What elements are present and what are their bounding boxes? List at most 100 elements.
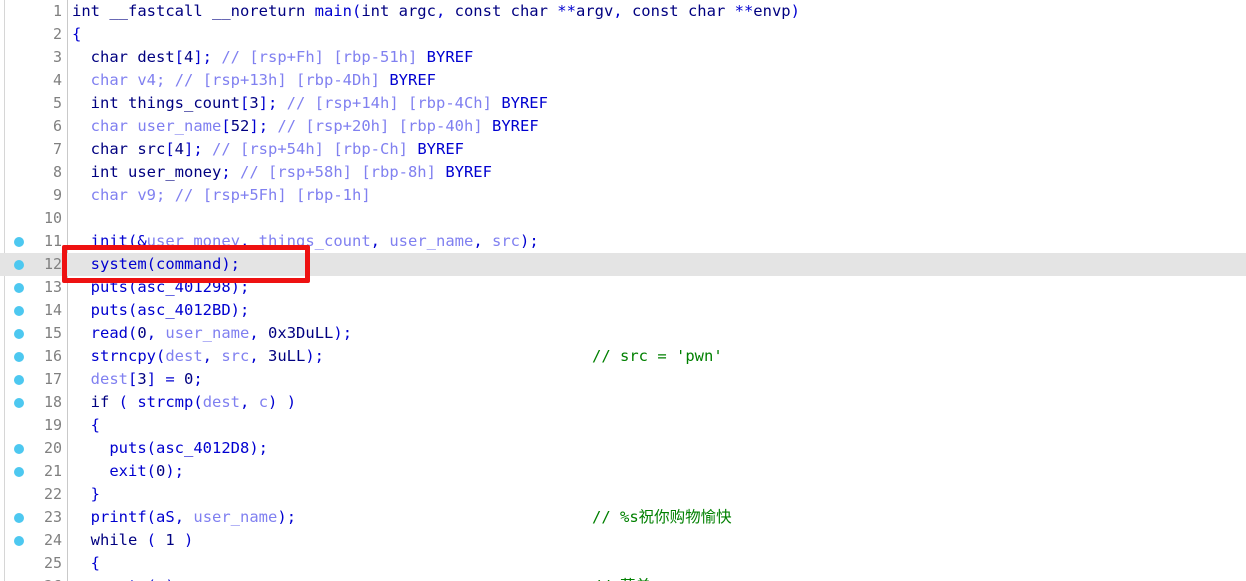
code-token-var: src	[492, 232, 520, 250]
code-token-kw: while	[72, 531, 147, 549]
code-token-stk: //	[240, 163, 268, 181]
line-number: 15	[43, 324, 62, 342]
code-token-fn: BYREF	[389, 71, 436, 89]
line-code[interactable]: int __fastcall __noreturn main(int argc,…	[72, 0, 800, 23]
code-token-fn: main	[314, 2, 352, 20]
code-line[interactable]: 22 }	[0, 483, 1246, 506]
code-token-fn: (	[147, 577, 156, 581]
line-code[interactable]: {	[72, 414, 100, 437]
line-code[interactable]: system(command);	[72, 253, 240, 276]
code-token-num: 3uLL	[268, 347, 306, 365]
pseudocode-view[interactable]: 1 int __fastcall __noreturn main(int argc…	[0, 0, 1246, 581]
code-token-fn: );	[165, 577, 184, 581]
line-code[interactable]: printf(aS, user_name);	[72, 506, 296, 529]
line-code[interactable]: {	[72, 552, 100, 575]
code-token-fn: );	[230, 278, 250, 296]
code-token-fn: (	[156, 347, 166, 365]
code-line[interactable]: 3 char dest[4]; // [rsp+Fh] [rbp-51h] BY…	[0, 46, 1246, 69]
line-code[interactable]: if ( strcmp(dest, c) )	[72, 391, 296, 414]
line-code[interactable]: int things_count[3]; // [rsp+14h] [rbp-4…	[72, 92, 548, 115]
line-code[interactable]: exit(0);	[72, 460, 184, 483]
line-code[interactable]: read(0, user_name, 0x3DuLL);	[72, 322, 352, 345]
code-token-fn: (	[146, 508, 157, 526]
code-line[interactable]: 25 {	[0, 552, 1246, 575]
line-code[interactable]: char user_name[52]; // [rsp+20h] [rbp-40…	[72, 115, 539, 138]
code-token-stk: [rsp+13h] [rbp-4Dh]	[202, 71, 390, 89]
code-line[interactable]: 11 init(&user_money, things_count, user_…	[0, 230, 1246, 253]
code-token-stk: [rsp+54h] [rbp-Ch]	[240, 140, 418, 158]
code-token-fn: BYREF	[492, 117, 539, 135]
code-token-fn: );	[165, 462, 185, 480]
code-line[interactable]: 26 puts(a); // 菜单	[0, 575, 1246, 581]
line-number: 17	[43, 370, 62, 388]
code-token-fn: puts	[109, 577, 146, 581]
code-line[interactable]: 5 int things_count[3]; // [rsp+14h] [rbp…	[0, 92, 1246, 115]
code-token-stk: [rsp+20h] [rbp-40h]	[305, 117, 492, 135]
code-token-fn: puts	[109, 439, 147, 457]
code-line[interactable]: 24 while ( 1 )	[0, 529, 1246, 552]
code-token-fn: ,	[249, 324, 269, 342]
line-code[interactable]: puts(asc_4012BD);	[72, 299, 250, 322]
code-token-num: 52	[230, 117, 250, 135]
line-number: 3	[52, 48, 62, 66]
line-code[interactable]: strncpy(dest, src, 3uLL);	[72, 345, 324, 368]
line-code[interactable]: char v9; // [rsp+5Fh] [rbp-1h]	[72, 184, 371, 207]
line-code[interactable]: char dest[4]; // [rsp+Fh] [rbp-51h] BYRE…	[72, 46, 474, 69]
code-line[interactable]: 21 exit(0);	[0, 460, 1246, 483]
code-line[interactable]: 9 char v9; // [rsp+5Fh] [rbp-1h]	[0, 184, 1246, 207]
code-token-var: v4	[137, 71, 157, 89]
code-token-fn: ,	[473, 232, 492, 250]
code-token-fn: (	[128, 324, 138, 342]
code-line[interactable]: 18 if ( strcmp(dest, c) )	[0, 391, 1246, 414]
line-code[interactable]: dest[3] = 0;	[72, 368, 203, 391]
line-code[interactable]: int user_money; // [rsp+58h] [rbp-8h] BY…	[72, 161, 492, 184]
code-line[interactable]: 23 printf(aS, user_name); // %s祝你购物愉快	[0, 506, 1246, 529]
code-token-fn: [	[165, 140, 175, 158]
code-token-fn: (&	[128, 232, 147, 250]
code-line[interactable]: 19 {	[0, 414, 1246, 437]
code-line[interactable]: 17 dest[3] = 0;	[0, 368, 1246, 391]
code-line[interactable]: 4 char v4; // [rsp+13h] [rbp-4Dh] BYREF	[0, 69, 1246, 92]
line-code[interactable]: char src[4]; // [rsp+54h] [rbp-Ch] BYREF	[72, 138, 464, 161]
code-line[interactable]: 6 char user_name[52]; // [rsp+20h] [rbp-…	[0, 115, 1246, 138]
line-code[interactable]: puts(asc_4012D8);	[72, 437, 268, 460]
line-number: 6	[52, 117, 62, 135]
code-line[interactable]: 13 puts(asc_401298);	[0, 276, 1246, 299]
code-token-fn: ] =	[146, 370, 185, 388]
line-number: 9	[52, 186, 62, 204]
code-line[interactable]: 12 system(command);	[0, 253, 1246, 276]
code-token-fn: asc_4012BD	[137, 301, 231, 319]
code-token-fn: ,	[240, 232, 259, 250]
code-token-var: v9	[137, 186, 157, 204]
code-token-num: 1	[165, 531, 175, 549]
code-line[interactable]: 8 int user_money; // [rsp+58h] [rbp-8h] …	[0, 161, 1246, 184]
code-token-fn: (	[146, 255, 157, 273]
code-token-fn: system	[90, 255, 147, 273]
code-line[interactable]: 16 strncpy(dest, src, 3uLL); // src = 'pw…	[0, 345, 1246, 368]
code-token-var: dest	[202, 393, 241, 411]
line-code[interactable]: init(&user_money, things_count, user_nam…	[72, 230, 539, 253]
code-line[interactable]: 1 int __fastcall __noreturn main(int argc…	[0, 0, 1246, 23]
line-code[interactable]: while ( 1 )	[72, 529, 194, 552]
code-token-num: 4	[174, 140, 185, 158]
line-code[interactable]: }	[72, 483, 100, 506]
line-code[interactable]: puts(a);	[72, 575, 184, 581]
code-token-fn: strncpy	[90, 347, 156, 365]
code-line[interactable]: 15 read(0, user_name, 0x3DuLL);	[0, 322, 1246, 345]
line-code[interactable]: puts(asc_401298);	[72, 276, 250, 299]
line-code[interactable]: {	[72, 23, 81, 46]
code-line[interactable]: 14 puts(asc_4012BD);	[0, 299, 1246, 322]
code-token-var: dest	[165, 347, 203, 365]
code-line[interactable]: 2{	[0, 23, 1246, 46]
code-token-kw: if	[72, 393, 119, 411]
code-line[interactable]: 20 puts(asc_4012D8);	[0, 437, 1246, 460]
line-code[interactable]: char v4; // [rsp+13h] [rbp-4Dh] BYREF	[72, 69, 436, 92]
code-line[interactable]: 10	[0, 207, 1246, 230]
code-token-fn: aS	[156, 508, 175, 526]
code-line[interactable]: 7 char src[4]; // [rsp+54h] [rbp-Ch] BYR…	[0, 138, 1246, 161]
code-token-fn: {	[72, 554, 100, 572]
line-number: 25	[43, 554, 62, 572]
code-token-fn: ];	[249, 117, 278, 135]
